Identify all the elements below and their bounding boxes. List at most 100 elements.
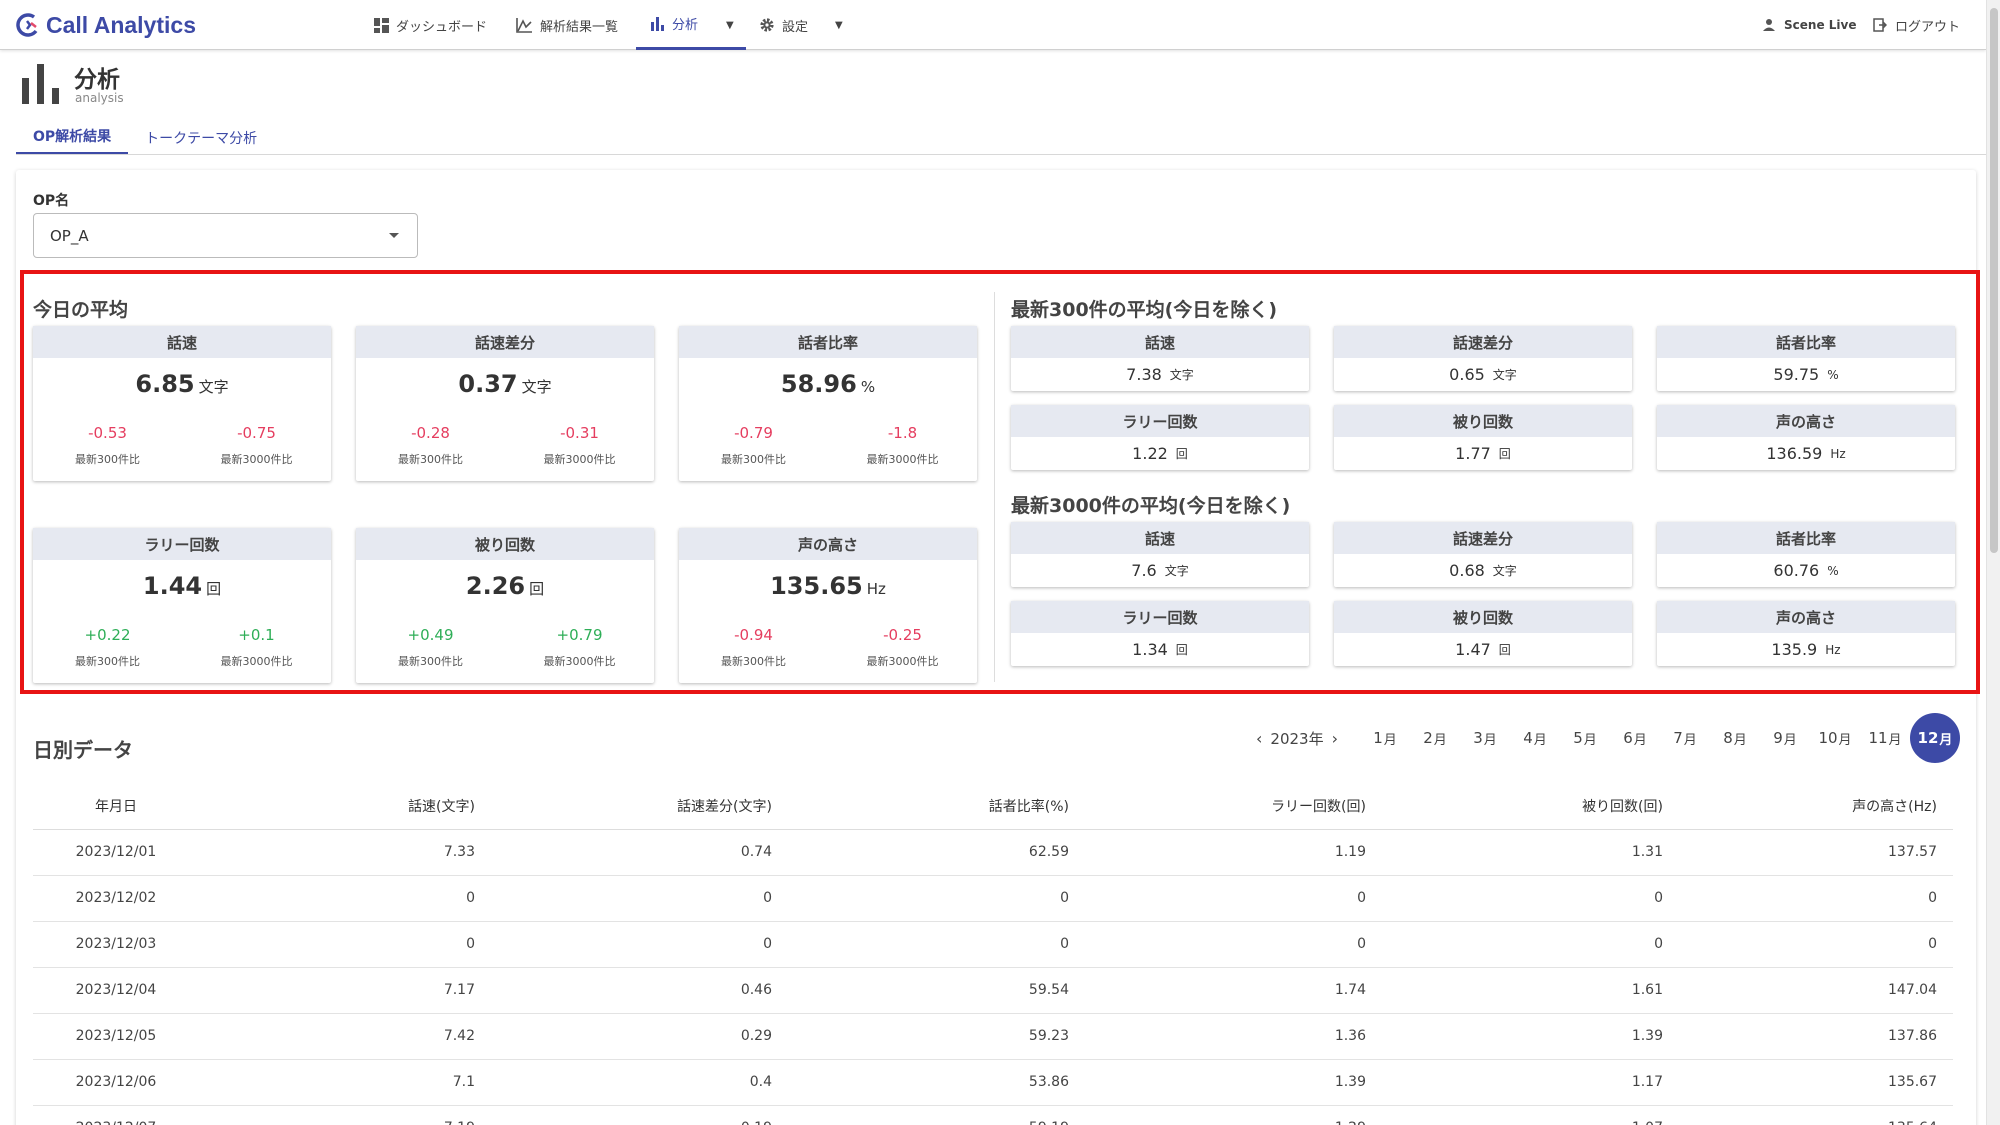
section-divider bbox=[994, 292, 995, 682]
nav-dashboard[interactable]: ダッシュボード bbox=[374, 0, 487, 50]
metric-label: ラリー回数 bbox=[33, 528, 331, 560]
month-suffix: 月 bbox=[1939, 732, 1953, 748]
metric-value-row: 7.6 文字 bbox=[1011, 554, 1309, 587]
month-2[interactable]: 2月 bbox=[1410, 713, 1460, 763]
month-3[interactable]: 3月 bbox=[1460, 713, 1510, 763]
metric-value: 0.68 bbox=[1449, 561, 1485, 580]
metric-value: 1.47 bbox=[1455, 640, 1491, 659]
page-scrollbar[interactable] bbox=[1986, 0, 2000, 1125]
metric-value-row: 58.96% bbox=[679, 370, 977, 398]
table-cell: 0.74 bbox=[491, 829, 788, 876]
month-6[interactable]: 6月 bbox=[1610, 713, 1660, 763]
metric-value: 1.22 bbox=[1132, 444, 1168, 463]
chart-line-icon bbox=[516, 17, 533, 33]
metric-value-row: 0.37 文字 bbox=[356, 370, 654, 398]
delta-3000: -0.31 bbox=[560, 424, 599, 442]
scrollbar-thumb[interactable] bbox=[1990, 8, 1998, 553]
metric-value-row: 7.38 文字 bbox=[1011, 358, 1309, 391]
column-header[interactable]: 話速差分(文字) bbox=[491, 783, 788, 830]
table-cell: 7.1 bbox=[199, 1059, 491, 1106]
table-cell: 0.4 bbox=[491, 1059, 788, 1106]
tab-op-results[interactable]: OP解析結果 bbox=[16, 120, 129, 155]
metric-value-row: 2.26 回 bbox=[356, 572, 654, 600]
column-header[interactable]: 話速(文字) bbox=[199, 783, 491, 830]
metric-label: 話速 bbox=[1011, 326, 1309, 358]
month-7[interactable]: 7月 bbox=[1660, 713, 1710, 763]
avg3000-metric-card: 被り回数 1.47 回 bbox=[1334, 601, 1632, 666]
metric-value: 2.26 bbox=[465, 572, 526, 600]
column-header[interactable]: 年月日 bbox=[33, 783, 199, 830]
column-header[interactable]: ラリー回数(回) bbox=[1085, 783, 1382, 830]
metric-unit: % bbox=[1827, 367, 1839, 382]
table-cell: 1.19 bbox=[1085, 829, 1382, 876]
table-cell: 0 bbox=[491, 875, 788, 922]
prev-year-chevron-icon[interactable]: ‹ bbox=[1256, 729, 1262, 748]
table-cell: 135.67 bbox=[1679, 1059, 1953, 1106]
delta-3000-caption: 最新3000件比 bbox=[866, 655, 939, 668]
metric-label: 被り回数 bbox=[1334, 405, 1632, 437]
avg300-metric-card: 話者比率 59.75% bbox=[1657, 326, 1955, 391]
nav-results-list[interactable]: 解析結果一覧 bbox=[516, 0, 618, 50]
table-cell: 2023/12/02 bbox=[33, 875, 199, 922]
op-name-select[interactable]: OP_A bbox=[33, 213, 418, 258]
metric-value: 7.38 bbox=[1126, 365, 1162, 384]
user-menu[interactable]: Scene Live bbox=[1762, 0, 1856, 50]
metric-unit: 回 bbox=[529, 580, 545, 598]
metric-label: 話者比率 bbox=[1657, 326, 1955, 358]
column-header[interactable]: 被り回数(回) bbox=[1382, 783, 1679, 830]
metric-label: ラリー回数 bbox=[1011, 405, 1309, 437]
tab-talk-theme[interactable]: トークテーマ分析 bbox=[128, 120, 274, 155]
delta-300-caption: 最新300件比 bbox=[75, 453, 140, 466]
delta-3000-caption: 最新3000件比 bbox=[543, 453, 616, 466]
logout-button[interactable]: ログアウト bbox=[1873, 0, 1960, 50]
avg3000-metric-card: 声の高さ 135.9 Hz bbox=[1657, 601, 1955, 666]
table-cell: 1.07 bbox=[1382, 1105, 1679, 1125]
month-suffix: 月 bbox=[1433, 732, 1447, 748]
delta-300-caption: 最新300件比 bbox=[721, 655, 786, 668]
metric-unit: 回 bbox=[206, 580, 222, 598]
metric-value-row: 1.34 回 bbox=[1011, 633, 1309, 666]
analysis-dropdown-caret-icon[interactable]: ▼ bbox=[726, 0, 734, 50]
metric-label: 話速 bbox=[33, 326, 331, 358]
metric-value-row: 1.47 回 bbox=[1334, 633, 1632, 666]
month-number: 3 bbox=[1473, 729, 1483, 747]
logout-label: ログアウト bbox=[1895, 19, 1961, 35]
table-cell: 2023/12/01 bbox=[33, 829, 199, 876]
metric-value-row: 136.59 Hz bbox=[1657, 437, 1955, 470]
nav-settings[interactable]: 設定 bbox=[759, 0, 808, 50]
metric-value: 7.6 bbox=[1131, 561, 1157, 580]
logout-icon bbox=[1873, 18, 1887, 32]
table-cell: 147.04 bbox=[1679, 967, 1953, 1014]
table-cell: 53.86 bbox=[788, 1059, 1085, 1106]
next-year-chevron-icon[interactable]: › bbox=[1332, 729, 1338, 748]
avg300-metric-card: 話速差分 0.65 文字 bbox=[1334, 326, 1632, 391]
settings-dropdown-caret-icon[interactable]: ▼ bbox=[835, 0, 843, 50]
month-12[interactable]: 12 月 bbox=[1910, 713, 1960, 763]
month-1[interactable]: 1月 bbox=[1360, 713, 1410, 763]
metric-value-row: 0.65 文字 bbox=[1334, 358, 1632, 391]
table-cell: 0.46 bbox=[491, 967, 788, 1014]
metric-label: 被り回数 bbox=[1334, 601, 1632, 633]
table-cell: 7.17 bbox=[199, 967, 491, 1014]
month-9[interactable]: 9月 bbox=[1760, 713, 1810, 763]
today-metric-card: 話速 6.85 文字 -0.53 -0.75 最新300件比 最新3000件比 bbox=[33, 326, 331, 481]
month-suffix: 月 bbox=[1733, 732, 1747, 748]
table-cell: 0 bbox=[1382, 921, 1679, 968]
column-header[interactable]: 話者比率(%) bbox=[788, 783, 1085, 830]
month-4[interactable]: 4月 bbox=[1510, 713, 1560, 763]
table-cell: 1.61 bbox=[1382, 967, 1679, 1014]
nav-analysis-label: 分析 bbox=[672, 18, 699, 33]
metric-unit: Hz bbox=[866, 580, 886, 598]
metric-unit: 回 bbox=[1175, 447, 1188, 461]
month-10[interactable]: 10 月 bbox=[1810, 713, 1860, 763]
column-header[interactable]: 声の高さ(Hz) bbox=[1679, 783, 1953, 830]
app-logo[interactable]: Call Analytics bbox=[16, 10, 196, 40]
table-cell: 2023/12/06 bbox=[33, 1059, 199, 1106]
metric-unit: Hz bbox=[1830, 446, 1846, 461]
delta-300: +0.49 bbox=[407, 626, 454, 644]
delta-300-caption: 最新300件比 bbox=[721, 453, 786, 466]
month-5[interactable]: 5月 bbox=[1560, 713, 1610, 763]
month-8[interactable]: 8月 bbox=[1710, 713, 1760, 763]
month-11[interactable]: 11 月 bbox=[1860, 713, 1910, 763]
month-number: 8 bbox=[1723, 729, 1733, 747]
